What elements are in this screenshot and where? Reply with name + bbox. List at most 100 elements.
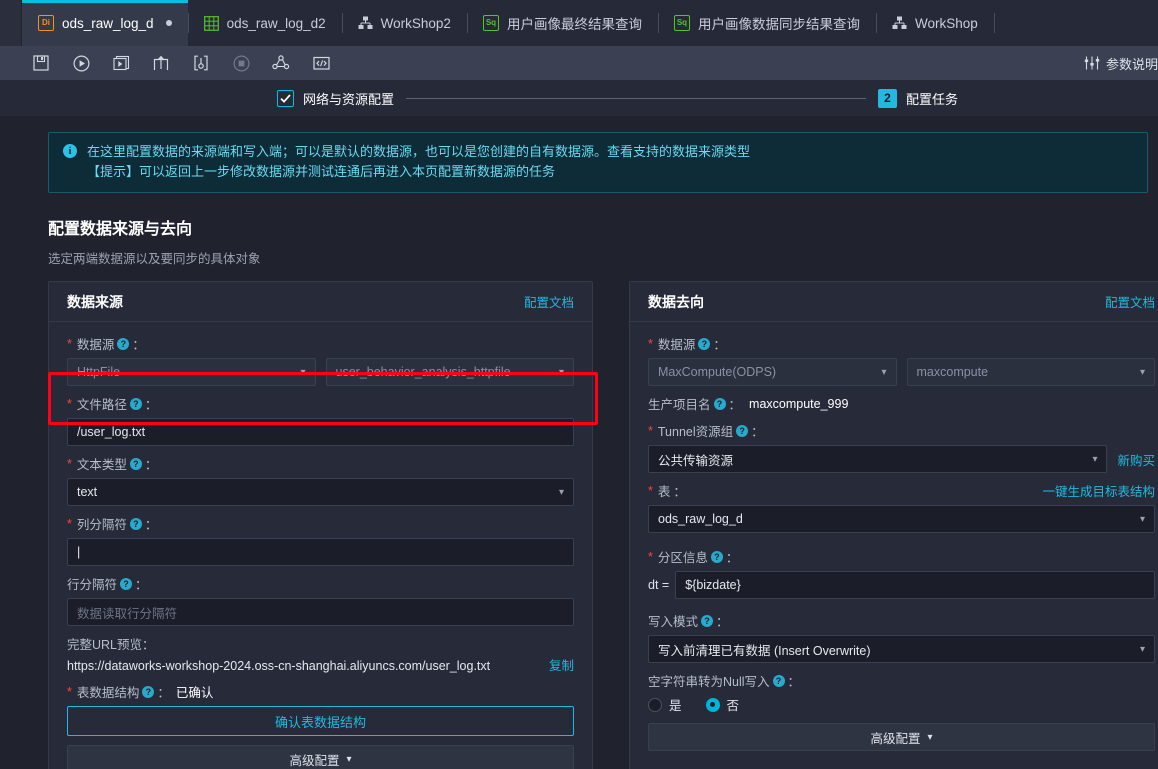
tab-ods_raw_log_d2[interactable]: ods_raw_log_d2: [187, 0, 342, 46]
help-icon[interactable]: ?: [129, 397, 142, 410]
destination-datasource-type-select[interactable]: MaxCompute(ODPS) ▾: [648, 358, 897, 386]
source-column-separator-input[interactable]: |: [67, 538, 574, 566]
help-icon[interactable]: ?: [117, 337, 130, 350]
submit-icon[interactable]: [150, 52, 172, 74]
section-subtitle: 选定两端数据源以及要同步的具体对象: [48, 252, 261, 266]
destination-project-label: 生产项目名 ? ：: [648, 394, 741, 413]
help-icon[interactable]: ?: [710, 550, 723, 563]
source-datasource-type-select[interactable]: HttpFile ▾: [67, 358, 316, 386]
label-colon: ：: [144, 518, 158, 532]
destination-advanced-config-button[interactable]: 高级配置 ▾: [648, 723, 1155, 751]
source-advanced-config-button[interactable]: 高级配置 ▾: [67, 745, 574, 769]
params-help-button[interactable]: 参数说明: [1084, 54, 1158, 73]
tab-workshop2[interactable]: WorkShop2: [341, 0, 467, 46]
source-row-separator-field: 行分隔符 ? ： 数据读取行分隔符: [67, 574, 574, 626]
help-icon[interactable]: ?: [129, 457, 142, 470]
nullwrite-radio-group: 是 否: [648, 695, 1155, 714]
lineage-icon[interactable]: [270, 52, 292, 74]
destination-datasource-selects: MaxCompute(ODPS) ▾ maxcompute ▾: [648, 358, 1155, 386]
info-banner-line1: 在这里配置数据的来源端和写入端；可以是默认的数据源，也可以是您创建的自有数据源。…: [87, 144, 751, 159]
source-texttype-select[interactable]: text ▾: [67, 478, 574, 506]
nullwrite-radio-yes[interactable]: 是: [648, 695, 682, 714]
select-value: HttpFile: [77, 365, 121, 379]
required-marker: *: [648, 549, 653, 564]
destination-panel-body: * 数据源 ? ： MaxCompute(ODPS) ▾ maxcompute: [630, 322, 1158, 767]
destination-partition-input[interactable]: ${bizdate}: [675, 571, 1155, 599]
info-icon: i: [63, 144, 77, 158]
tab-workshop[interactable]: WorkShop: [875, 0, 994, 46]
chevron-down-icon: ▾: [558, 366, 564, 378]
help-icon[interactable]: ?: [736, 424, 749, 437]
required-marker: *: [67, 336, 72, 351]
source-column-separator-field: * 列分隔符 ? ： |: [67, 514, 574, 566]
sql-icon: Sq: [482, 15, 499, 31]
source-row-separator-input[interactable]: 数据读取行分隔符: [67, 598, 574, 626]
destination-writemode-label: 写入模式 ? ：: [648, 611, 1155, 630]
chevron-down-icon: ▾: [1139, 643, 1145, 655]
tab-divider: [875, 13, 877, 33]
toolbar-buttons: [0, 52, 332, 74]
radio-label: 是: [669, 699, 682, 713]
run-smart-icon[interactable]: [110, 52, 132, 74]
chevron-down-icon: ▾: [346, 753, 352, 765]
tab-overflow-divider: [993, 0, 1026, 46]
destination-table-select[interactable]: ods_raw_log_d ▾: [648, 505, 1155, 533]
copy-url-link[interactable]: 复制: [549, 655, 574, 674]
nullwrite-radio-no[interactable]: 否: [705, 695, 739, 714]
tab-label: 用户画像最终结果查询: [506, 17, 642, 32]
chevron-down-icon: ▾: [300, 366, 306, 378]
label-colon: ：: [716, 615, 729, 629]
source-datasource-name-select[interactable]: user_behavior_analysis_httpfile ▾: [325, 358, 574, 386]
source-row-separator-label: 行分隔符 ? ：: [67, 574, 574, 593]
destination-tunnel-select[interactable]: 公共传输资源 ▾: [648, 445, 1108, 473]
save-icon[interactable]: [30, 52, 52, 74]
help-icon[interactable]: ?: [713, 397, 726, 410]
source-url-preview: 完整URL预览： https://dataworks-workshop-2024…: [67, 634, 574, 674]
help-icon[interactable]: ?: [772, 674, 785, 687]
help-icon[interactable]: ?: [129, 517, 142, 530]
label-colon: ：: [135, 578, 148, 592]
run-icon[interactable]: [70, 52, 92, 74]
label-text: 分区信息: [657, 551, 708, 565]
help-icon[interactable]: ?: [120, 577, 133, 590]
destination-datasource-name-select[interactable]: maxcompute ▾: [906, 358, 1155, 386]
source-datasource-label: * 数据源 ? ：: [67, 334, 574, 353]
tab-divider: [657, 13, 659, 33]
required-marker: *: [648, 483, 653, 498]
destination-doc-link[interactable]: 配置文档: [1105, 292, 1155, 311]
destination-writemode-select[interactable]: 写入前清理已有数据 (Insert Overwrite) ▾: [648, 635, 1155, 663]
destination-datasource-label: * 数据源 ? ：: [648, 334, 1155, 353]
params-help-label: 参数说明: [1105, 56, 1158, 72]
tab-modified-dot: [165, 20, 172, 26]
source-doc-link[interactable]: 配置文档: [524, 292, 574, 311]
confirm-table-schema-button[interactable]: 确认表数据结构: [67, 706, 574, 736]
source-schema-label: * 表数据结构 ? ：: [67, 682, 170, 701]
help-icon[interactable]: ?: [142, 685, 155, 698]
tab-divider: [341, 13, 343, 33]
di-icon: Di: [38, 15, 54, 31]
help-icon[interactable]: ?: [701, 614, 714, 627]
info-banner-line2: 【提示】可以返回上一步修改数据源并测试连通后再进入本页配置新数据源的任务: [87, 164, 556, 179]
help-icon[interactable]: ?: [698, 337, 711, 350]
tab-user-profile-sync-result-query[interactable]: Sq 用户画像数据同步结果查询: [657, 0, 876, 46]
generate-target-table-link[interactable]: 一键生成目标表结构: [1042, 481, 1155, 500]
select-value: maxcompute: [916, 365, 989, 379]
label-colon: ：: [751, 425, 764, 439]
source-filepath-label: * 文件路径 ? ：: [67, 394, 574, 413]
input-value: ${bizdate}: [685, 578, 741, 592]
tab-ods_raw_log_d[interactable]: Di ods_raw_log_d: [22, 0, 188, 46]
label-text: 行分隔符: [67, 578, 118, 592]
source-filepath-input[interactable]: /user_log.txt: [67, 418, 574, 446]
tunnel-purchase-link[interactable]: 新购买: [1117, 450, 1155, 469]
destination-project-row: 生产项目名 ? ： maxcompute_999: [648, 394, 1155, 413]
workflow-node-icon: [358, 16, 373, 30]
source-texttype-label: * 文本类型 ? ：: [67, 454, 574, 473]
stop-debug-icon[interactable]: [190, 52, 212, 74]
code-icon[interactable]: [310, 52, 332, 74]
step-1-check-icon[interactable]: [277, 89, 294, 107]
destination-nullwrite-field: 空字符串转为Null写入 ? ： 是 否: [648, 671, 1155, 714]
required-marker: *: [648, 423, 653, 438]
tab-user-profile-final-result-query[interactable]: Sq 用户画像最终结果查询: [466, 0, 658, 46]
input-value: /user_log.txt: [77, 425, 146, 439]
label-text: 写入模式: [648, 615, 699, 629]
